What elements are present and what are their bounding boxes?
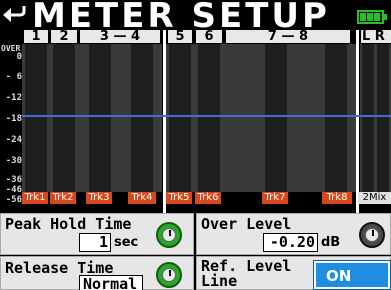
scale-tick: -18 [5, 114, 22, 124]
reference-level-line [22, 115, 391, 117]
meter-display: OVER 0 - 6 -12 -18 -24 -30 -36 -46 -56 1… [0, 30, 391, 213]
scale-tick: -46 [5, 185, 22, 195]
scale-tick: -30 [5, 156, 22, 166]
track-label: Trk1 [22, 192, 48, 204]
scale-tick: -24 [5, 135, 22, 145]
channel-header-7-8: 7 — 8 [226, 30, 350, 43]
release-time-value[interactable]: Normal [79, 275, 143, 290]
group-divider [356, 30, 359, 213]
over-level-label: Over Level [201, 215, 292, 233]
over-level-knob-icon[interactable] [359, 222, 385, 248]
track-label: Trk2 [50, 192, 76, 204]
back-arrow-icon[interactable] [2, 2, 28, 28]
scale-tick: -12 [5, 93, 22, 103]
peak-hold-unit: sec [114, 235, 139, 250]
ref-level-on-button[interactable]: ON [313, 260, 391, 290]
release-time-panel[interactable]: Release Time Normal [0, 256, 194, 290]
channel-header-2: 2 [51, 30, 77, 43]
meter-trk2 [53, 44, 75, 192]
channel-header-5: 5 [168, 30, 192, 43]
channel-header-lr: L R [361, 30, 391, 43]
meter-trk3 [89, 44, 111, 192]
meter-mix-l [362, 44, 374, 192]
track-label: Trk5 [166, 192, 192, 204]
meter-trk7 [265, 44, 287, 192]
channel-header-1: 1 [24, 30, 48, 43]
meter-trk8 [325, 44, 347, 192]
peak-hold-value[interactable]: 1 [79, 233, 111, 252]
channel-header-3-4: 3 — 4 [80, 30, 160, 43]
over-level-unit: dB [321, 235, 341, 250]
meter-mix-r [377, 44, 389, 192]
scale-tick: -56 [5, 195, 22, 205]
track-label: 2Mix [358, 192, 391, 204]
battery-icon [357, 10, 387, 24]
peak-hold-knob-icon[interactable] [156, 222, 182, 248]
level-scale: OVER 0 - 6 -12 -18 -24 -30 -36 -46 -56 [0, 30, 22, 213]
track-label: Trk3 [86, 192, 112, 204]
ref-level-label-line2: Line [201, 272, 238, 290]
meter-trk5 [169, 44, 191, 192]
meter-trk1 [25, 44, 47, 192]
peak-hold-label: Peak Hold Time [5, 215, 132, 233]
over-level-panel[interactable]: Over Level -0.20 dB [196, 213, 391, 255]
scale-tick: -36 [5, 175, 22, 185]
track-label: Trk4 [128, 192, 156, 204]
meter-trk4 [131, 44, 153, 192]
over-level-value[interactable]: -0.20 [263, 233, 318, 252]
channel-header-6: 6 [196, 30, 222, 43]
peak-hold-panel[interactable]: Peak Hold Time 1 sec [0, 213, 194, 255]
release-time-knob-icon[interactable] [156, 262, 182, 288]
scale-tick: - 6 [5, 72, 22, 82]
release-time-label: Release Time [5, 259, 114, 277]
title-bar: METER SETUP [0, 0, 391, 36]
track-label: Trk6 [195, 192, 221, 204]
track-label: Trk8 [322, 192, 352, 204]
track-label: Trk7 [262, 192, 288, 204]
ref-level-panel[interactable]: Ref. Level Line ON [196, 256, 391, 290]
meter-trk6 [198, 44, 220, 192]
